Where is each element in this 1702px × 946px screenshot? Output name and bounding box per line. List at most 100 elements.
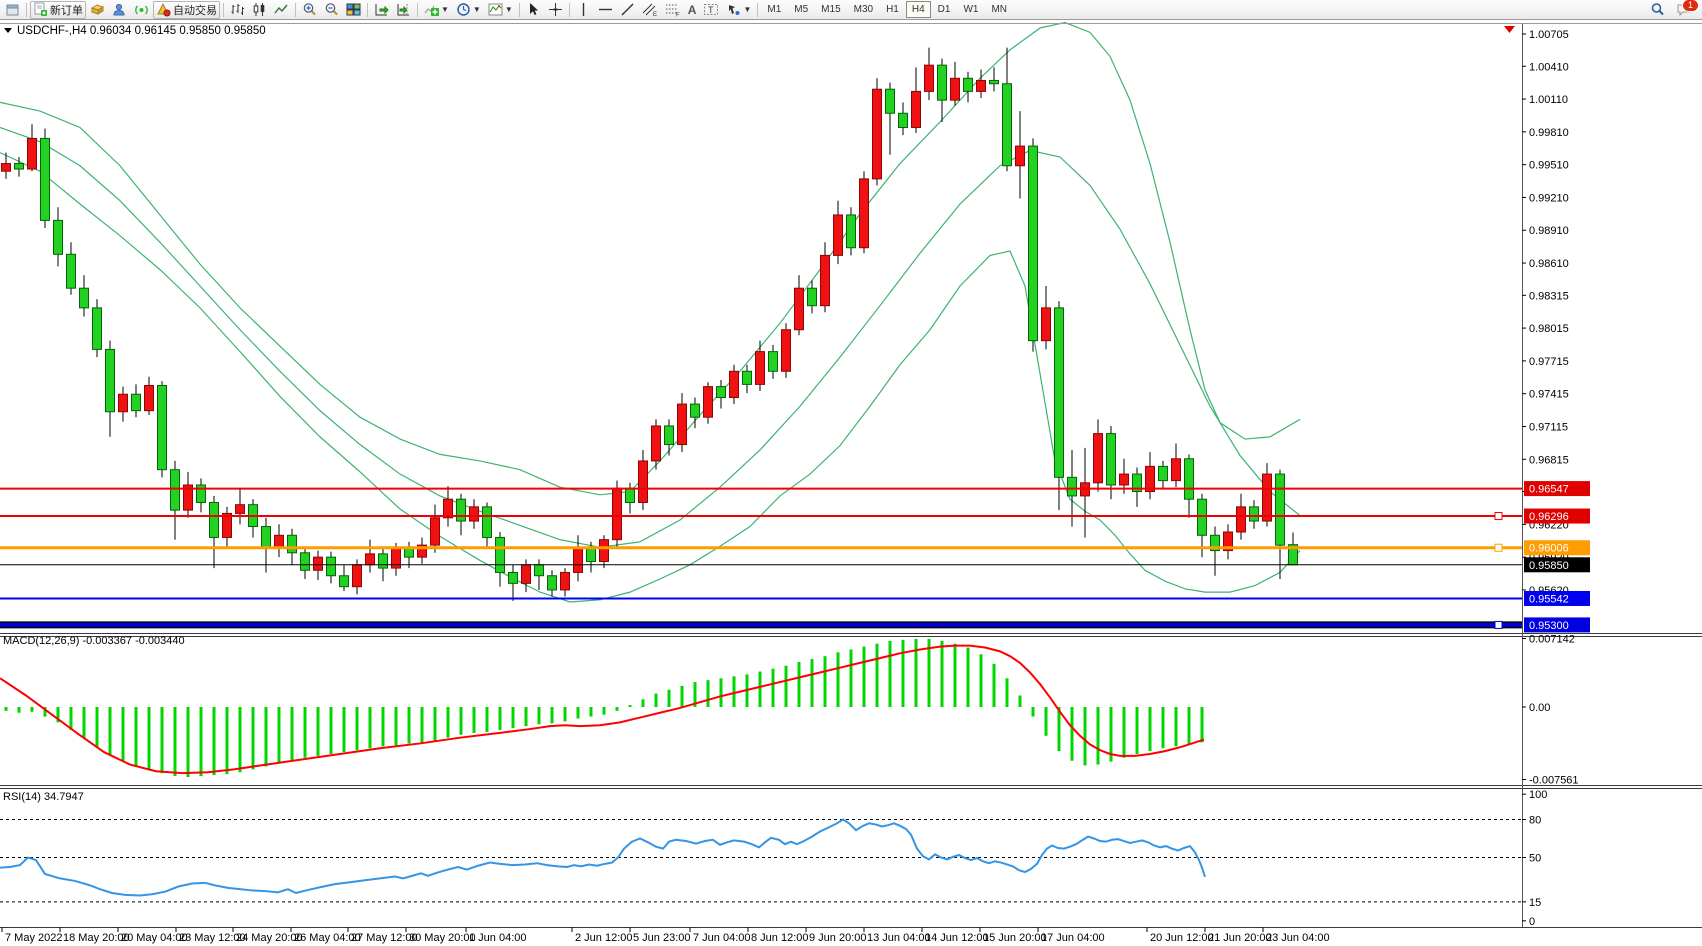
candle-body (756, 352, 765, 385)
macd-bar (499, 707, 502, 730)
candle-body (769, 352, 778, 372)
macd-bar (31, 707, 34, 712)
vertical-line-button[interactable] (573, 1, 594, 19)
candle-body (41, 138, 50, 220)
chat-button[interactable]: 1 (1673, 1, 1695, 19)
fibonacci-icon: F (665, 2, 681, 17)
macd-bar (304, 707, 307, 758)
candle-body (678, 404, 687, 444)
candle-body (106, 349, 115, 411)
timeframe-m30[interactable]: M30 (848, 1, 879, 18)
price-badge-text: 0.96006 (1529, 543, 1569, 555)
chart-header: USDCHF-,H4 0.96034 0.96145 0.95850 0.958… (4, 25, 266, 37)
chevron-down-icon: ▼ (473, 6, 481, 14)
time-tick-label: 7 May 2022 (5, 932, 62, 944)
candle-body (990, 80, 999, 83)
macd-bar (512, 707, 515, 728)
text-button[interactable]: A (685, 1, 700, 19)
macd-bar (174, 707, 177, 776)
search-button[interactable] (1647, 1, 1668, 19)
auto-scroll-button[interactable] (371, 1, 392, 19)
new-order-button[interactable]: 新订单 (30, 1, 86, 19)
chart-background (0, 20, 1702, 946)
candle-body (548, 576, 557, 590)
level-handle-0.96296[interactable] (1495, 513, 1502, 520)
signals-button[interactable] (131, 1, 152, 19)
price-tick-label: 0.98910 (1529, 225, 1569, 237)
macd-bar (837, 652, 840, 707)
zoom-in-icon (302, 2, 317, 17)
macd-bar (1058, 707, 1061, 751)
bar-chart-icon (230, 2, 245, 17)
macd-bar (200, 707, 203, 776)
bar-chart-button[interactable] (227, 1, 248, 19)
candle-body (821, 255, 830, 305)
candle-body (132, 394, 141, 410)
candle-body (1185, 459, 1194, 499)
timeframe-m15[interactable]: M15 (815, 1, 846, 18)
candle-body (457, 499, 466, 521)
macd-bar (590, 707, 593, 717)
line-chart-button[interactable] (271, 1, 292, 19)
trendline-button[interactable] (617, 1, 638, 19)
arrows-icon (726, 2, 741, 17)
timeframe-w1[interactable]: W1 (957, 1, 984, 18)
price-tick-label: 0.97415 (1529, 389, 1569, 401)
horizontal-line-button[interactable] (595, 1, 616, 19)
candle-body (1068, 477, 1077, 496)
macd-tick-label: 0.00 (1529, 702, 1550, 714)
candle-body (587, 548, 596, 561)
macd-bar (1188, 707, 1191, 744)
tile-windows-button[interactable] (343, 1, 364, 19)
gold-box-button[interactable] (87, 1, 108, 19)
candle-body (1055, 308, 1064, 477)
label-button[interactable]: T (700, 1, 722, 19)
macd-bar (83, 707, 86, 738)
level-handle-0.95300[interactable] (1495, 621, 1502, 628)
candle-body (54, 220, 63, 254)
candle-body (1016, 146, 1025, 166)
cursor-button[interactable] (523, 1, 544, 19)
time-tick-label: 20 May 04:00 (121, 932, 188, 944)
chevron-down-icon: ▼ (441, 6, 449, 14)
candle-body (626, 488, 635, 502)
macd-bar (577, 707, 580, 719)
timeframe-h1[interactable]: H1 (880, 1, 905, 18)
crosshair-button[interactable] (545, 1, 566, 19)
zoom-in-button[interactable] (299, 1, 320, 19)
window-icon (6, 3, 20, 17)
community-button[interactable] (109, 1, 130, 19)
time-tick-label: 30 May 20:00 (409, 932, 476, 944)
timeframe-m1[interactable]: M1 (761, 1, 787, 18)
macd-bar (356, 707, 359, 750)
candle-body (847, 215, 856, 248)
chart-shift-button[interactable] (393, 1, 414, 19)
macd-bar (967, 648, 970, 707)
candle-body (600, 540, 609, 562)
rsi-tick-label: 100 (1529, 789, 1547, 801)
fibonacci-button[interactable]: F (662, 1, 684, 19)
channel-button[interactable]: E (639, 1, 661, 19)
level-handle-0.96006[interactable] (1495, 544, 1502, 551)
chart-canvas[interactable]: 1.007051.004101.001100.998100.995100.992… (0, 20, 1702, 946)
macd-bar (1032, 707, 1035, 717)
candlestick-chart-button[interactable] (249, 1, 270, 19)
timeframe-h4[interactable]: H4 (906, 1, 931, 18)
macd-bar (642, 699, 645, 707)
zoom-out-button[interactable] (321, 1, 342, 19)
periods-button[interactable]: ▼ (453, 1, 484, 19)
timeframe-d1[interactable]: D1 (932, 1, 957, 18)
window-button[interactable] (3, 1, 23, 19)
timeframe-mn[interactable]: MN (985, 1, 1013, 18)
macd-bar (1123, 707, 1126, 758)
time-tick-label: 27 May 12:00 (351, 932, 418, 944)
timeframe-m5[interactable]: M5 (788, 1, 814, 18)
rsi-tick-label: 15 (1529, 897, 1541, 909)
candle-body (808, 288, 817, 305)
arrows-button[interactable]: ▼ (723, 1, 754, 19)
indicators-button[interactable]: ▼ (421, 1, 452, 19)
auto-trading-button[interactable]: 自动交易 (153, 1, 220, 19)
macd-bar (291, 707, 294, 761)
price-tick-label: 1.00705 (1529, 29, 1569, 41)
templates-button[interactable]: ▼ (485, 1, 516, 19)
